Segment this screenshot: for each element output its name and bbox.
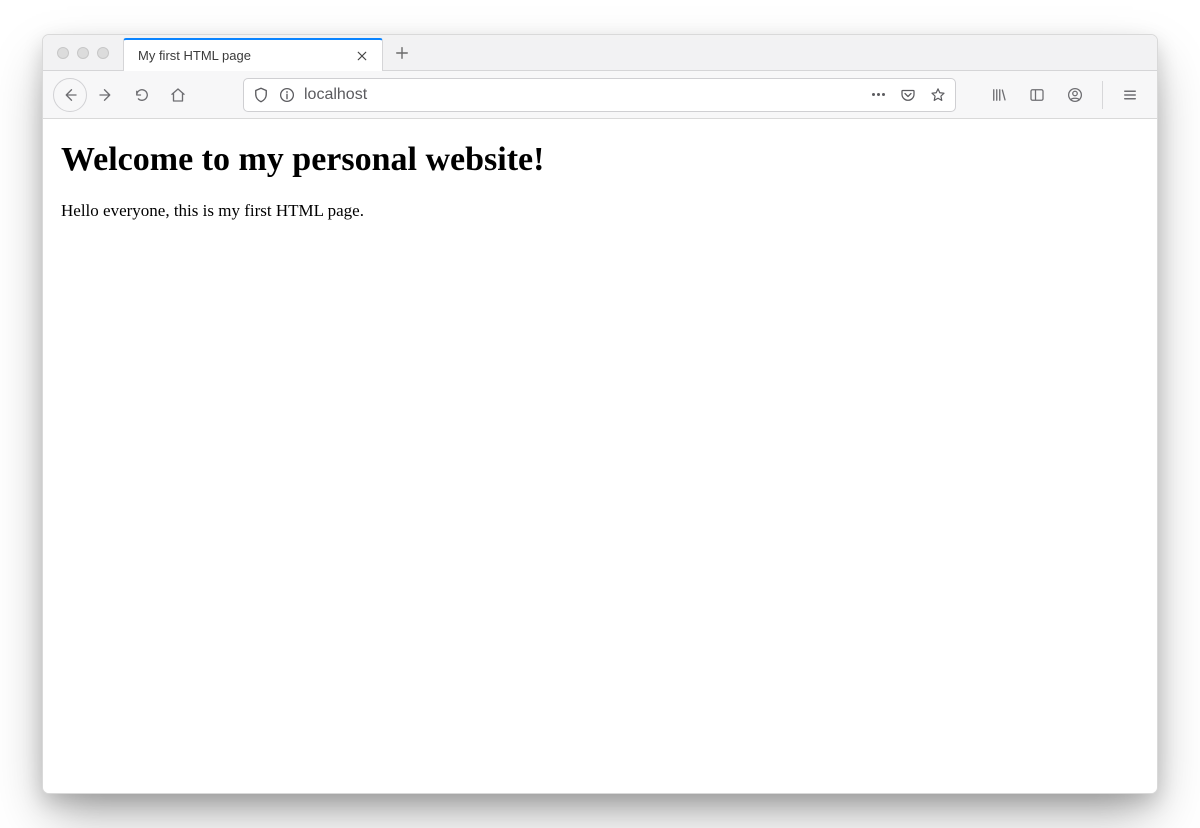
page-viewport: Welcome to my personal website! Hello ev… bbox=[43, 119, 1157, 793]
account-icon bbox=[1066, 86, 1084, 104]
home-button[interactable] bbox=[161, 78, 195, 112]
sidebar-icon bbox=[1028, 86, 1046, 104]
tracking-protection-button[interactable] bbox=[252, 86, 270, 104]
forward-button[interactable] bbox=[89, 78, 123, 112]
close-window-button[interactable] bbox=[57, 47, 69, 59]
info-icon bbox=[278, 86, 296, 104]
tab-active[interactable]: My first HTML page bbox=[123, 38, 383, 71]
close-icon bbox=[356, 50, 368, 62]
arrow-right-icon bbox=[97, 86, 115, 104]
plus-icon bbox=[395, 46, 409, 60]
arrow-left-icon bbox=[61, 86, 79, 104]
url-actions bbox=[869, 86, 947, 104]
url-bar[interactable] bbox=[243, 78, 956, 112]
minimize-window-button[interactable] bbox=[77, 47, 89, 59]
tab-title: My first HTML page bbox=[138, 48, 352, 63]
site-info-button[interactable] bbox=[278, 86, 296, 104]
library-button[interactable] bbox=[982, 78, 1016, 112]
home-icon bbox=[169, 86, 187, 104]
back-button[interactable] bbox=[53, 78, 87, 112]
star-icon bbox=[929, 86, 947, 104]
page-heading: Welcome to my personal website! bbox=[61, 141, 1139, 179]
hamburger-icon bbox=[1121, 86, 1139, 104]
window-controls bbox=[43, 35, 123, 70]
shield-icon bbox=[252, 86, 270, 104]
library-icon bbox=[990, 86, 1008, 104]
new-tab-button[interactable] bbox=[387, 38, 417, 68]
maximize-window-button[interactable] bbox=[97, 47, 109, 59]
toolbar-right bbox=[966, 78, 1147, 112]
save-to-pocket-button[interactable] bbox=[899, 86, 917, 104]
ellipsis-icon bbox=[872, 93, 885, 96]
url-input[interactable] bbox=[304, 86, 861, 104]
pocket-icon bbox=[899, 86, 917, 104]
browser-window: My first HTML page bbox=[42, 34, 1158, 794]
toolbar-separator bbox=[1102, 81, 1103, 109]
tab-strip: My first HTML page bbox=[43, 35, 1157, 71]
close-tab-button[interactable] bbox=[352, 46, 372, 66]
reload-button[interactable] bbox=[125, 78, 159, 112]
bookmark-button[interactable] bbox=[929, 86, 947, 104]
page-actions-button[interactable] bbox=[869, 86, 887, 104]
account-button[interactable] bbox=[1058, 78, 1092, 112]
sidebar-button[interactable] bbox=[1020, 78, 1054, 112]
toolbar bbox=[43, 71, 1157, 119]
page-paragraph: Hello everyone, this is my first HTML pa… bbox=[61, 201, 1139, 221]
reload-icon bbox=[133, 86, 151, 104]
app-menu-button[interactable] bbox=[1113, 78, 1147, 112]
